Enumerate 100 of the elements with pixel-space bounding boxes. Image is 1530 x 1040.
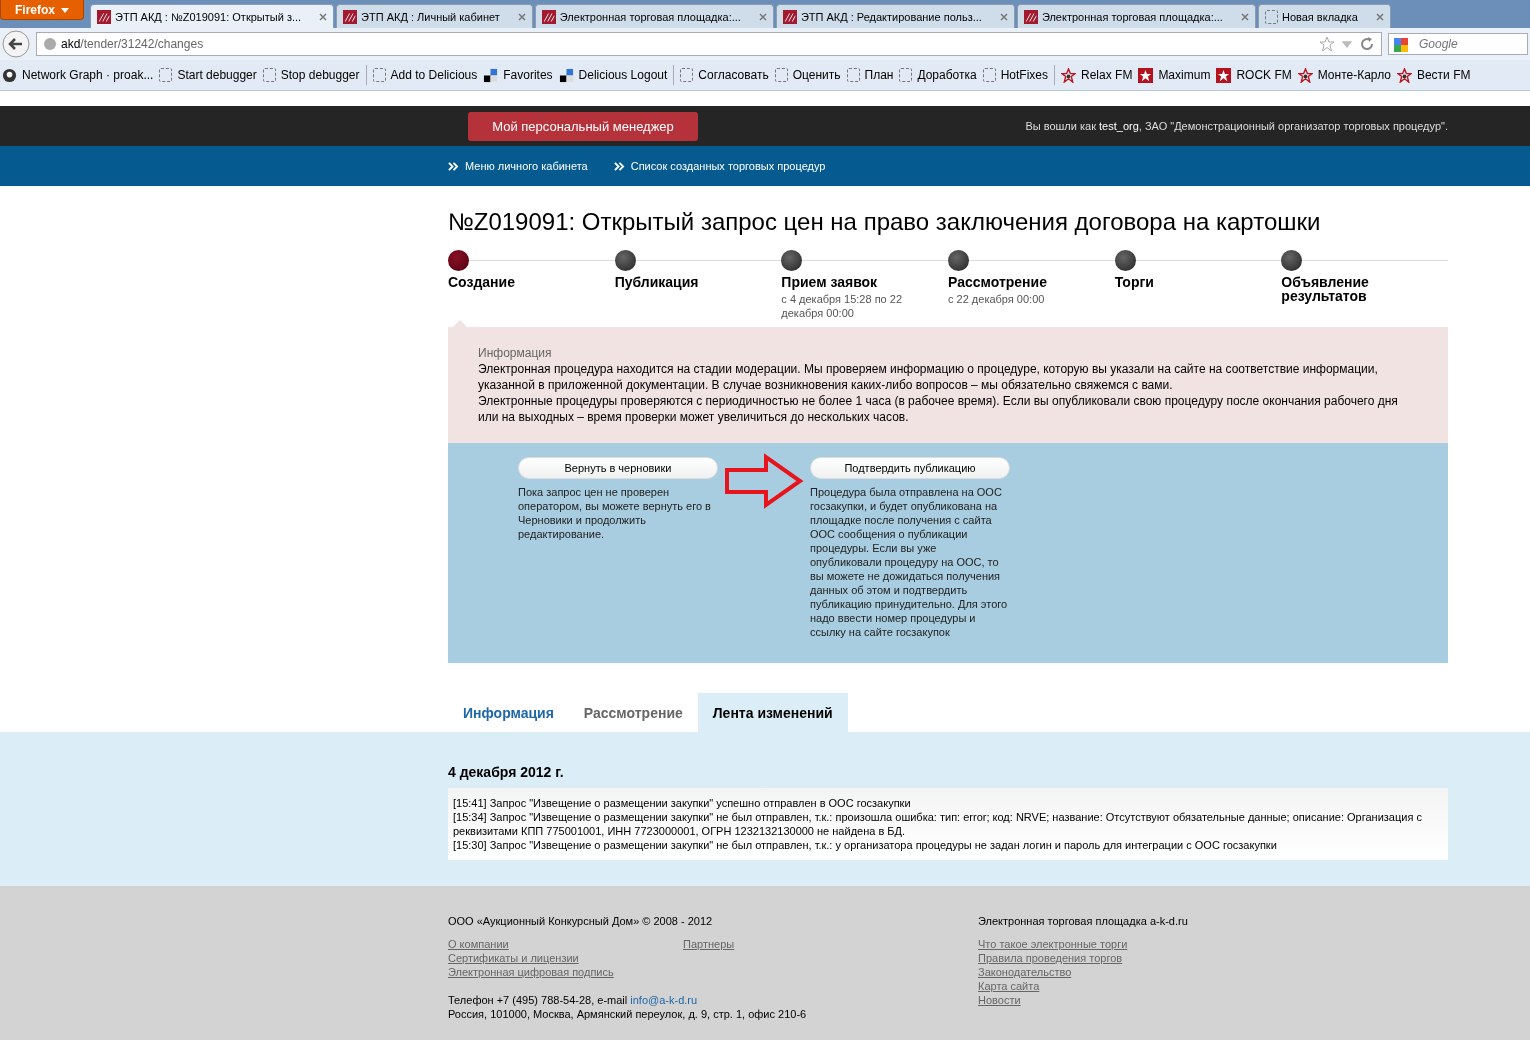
- breadcrumb-link[interactable]: Меню личного кабинета: [448, 160, 588, 172]
- site-logo-icon: [97, 9, 111, 24]
- footer-link[interactable]: О компании: [448, 937, 509, 951]
- bookmark-item[interactable]: Вести FM: [1396, 67, 1471, 83]
- footer-link[interactable]: Новости: [978, 993, 1021, 1007]
- footer-link[interactable]: Карта сайта: [978, 979, 1040, 993]
- search-field[interactable]: Google: [1388, 33, 1528, 55]
- info-text: Электронная процедура находится на стадии модерации. Мы проверяем информацию о процедуре, которую вы указали на сайте на соответствие информации, указанной в приложенной документации. В случае возникновения каких-либо вопросов – мы обязательно свяжемся с вами.: [478, 361, 1379, 393]
- breadcrumb-link[interactable]: Список созданных торговых процедур: [613, 160, 826, 172]
- blank-page-icon: [982, 68, 996, 82]
- footer-link[interactable]: Что такое электронные торги: [978, 937, 1128, 951]
- footer-link[interactable]: Сертификаты и лицензии: [448, 951, 579, 965]
- tab-title: ЭТП АКД : Личный кабинет: [361, 10, 500, 23]
- email-link[interactable]: info@a-k-d.ru: [630, 994, 698, 1006]
- log-entry: [15:41] Запрос "Извещение о размещении закупки" успешно отправлен в ООС госзакупки: [453, 796, 912, 810]
- footer-link[interactable]: Электронная цифровая подпись: [448, 965, 614, 979]
- footer-link[interactable]: Правила проведения торгов: [978, 951, 1123, 965]
- caret-icon: [61, 7, 69, 14]
- star-icon: [1297, 67, 1313, 83]
- step-date: с 22 декабря 00:00: [948, 292, 1046, 306]
- bookmark-item[interactable]: Stop debugger: [262, 68, 360, 82]
- footer-link[interactable]: Партнеры: [683, 937, 735, 951]
- action-button[interactable]: Вернуть в черновики: [518, 457, 718, 479]
- footer-link[interactable]: Законодательство: [978, 965, 1072, 979]
- bookmark-item[interactable]: HotFixes: [982, 68, 1049, 82]
- bookmark-item[interactable]: Start debugger: [159, 68, 257, 82]
- browser-tab[interactable]: Электронная торговая площадка:...: [1016, 4, 1256, 28]
- site-logo-icon: [1023, 9, 1038, 24]
- star-icon: [1061, 67, 1077, 83]
- action-description: Процедура была отправлена на ООС госзакупки, и будет опубликована на площадке после получения с сайта ООС сообщения о публикации процедуры. Если вы уже опубликовали процедуру на ООС, то вы можете не дожидаться получения данных об этом и подтвердить публикацию принудительно. Для этого надо ввести номер процедуры и ссылку на сайте госзакупок: [810, 485, 1009, 639]
- star-icon: [1216, 67, 1232, 83]
- login-info: Вы вошли как test_org, ЗАО "Демонстрационный организатор торговых процедур".: [1025, 120, 1448, 132]
- blank-page-icon: [372, 68, 386, 82]
- bookmark-item[interactable]: Relax FM: [1061, 67, 1133, 83]
- step-name: Рассмотрение: [948, 275, 1048, 289]
- bookmark-item[interactable]: ROCK FM: [1216, 67, 1292, 83]
- google-logo-icon: [1393, 37, 1409, 53]
- bookmark-item[interactable]: Favorites: [483, 67, 553, 83]
- globe-icon: [43, 37, 57, 51]
- log-entry: [15:30] Запрос "Извещение о размещении закупки" не был отправлен, т.к.: у организатора процедуры не задан логин и пароль для интеграции с ООС госзакупки: [453, 838, 1278, 852]
- bookmark-item[interactable]: Add to Delicious: [372, 68, 478, 82]
- blank-page-icon: [262, 68, 276, 82]
- close-icon[interactable]: [1375, 12, 1384, 21]
- site-name: Электронная торговая площадка a-k-d.ru: [978, 915, 1188, 927]
- reload-icon[interactable]: [1359, 36, 1375, 52]
- site-logo-icon: [343, 9, 358, 24]
- browser-tab[interactable]: Новая вкладка: [1257, 4, 1391, 28]
- blank-page-icon: [680, 68, 694, 82]
- action-button[interactable]: Подтвердить публикацию: [810, 457, 1010, 479]
- address-field[interactable]: akd/tender/31242/changes: [36, 32, 1382, 56]
- star-icon: [1138, 67, 1154, 83]
- browser-tab[interactable]: Электронная торговая площадка:...: [534, 4, 774, 28]
- personal-manager-button[interactable]: Мой персональный менеджер: [468, 111, 698, 141]
- bookmark-item[interactable]: Согласовать: [680, 68, 769, 82]
- browser-tab[interactable]: ЭТП АКД : Редактирование польз...: [775, 4, 1015, 28]
- info-text: Электронные процедуры проверяются с периодичностью не более 1 часа (в рабочее время). Если вы опубликовали свою процедуру после окончания рабочего дня или на выходных – время проверки может увеличиться до нескольких часов.: [478, 393, 1399, 425]
- double-chevron-icon: [448, 160, 459, 172]
- log-date: 4 декабря 2012 г.: [448, 764, 565, 780]
- log-entry: [15:34] Запрос "Извещение о размещении закупки" не был отправлен, т.к.: произошла ошибка: тип: error; код: NRVE; название: Отсутствуют обязательные данные; описание: Организация с реквизитами КПП 775001001, ИНН 7723000001, ОГРН 1232132130000 не найдена в БД.: [453, 810, 1423, 838]
- close-icon[interactable]: [319, 12, 328, 21]
- browser-tab[interactable]: ЭТП АКД : Личный кабинет: [336, 4, 533, 28]
- step-name: Объявление результатов: [1281, 275, 1370, 303]
- bookmark-item[interactable]: Монте-Карло: [1297, 67, 1391, 83]
- page-title: №Z019091: Открытый запрос цен на право заключения договора на картошки: [448, 208, 1322, 236]
- step-name: Прием заявок: [781, 275, 879, 289]
- step-name: Торги: [1114, 275, 1155, 289]
- blank-page-icon: [159, 68, 173, 82]
- close-icon[interactable]: [1240, 12, 1249, 21]
- bookmark-item[interactable]: План: [846, 68, 894, 82]
- bookmark-item[interactable]: Maximum: [1138, 67, 1211, 83]
- blank-page-icon: [899, 68, 913, 82]
- double-chevron-icon: [613, 160, 625, 172]
- star-icon: [1396, 67, 1412, 83]
- site-logo-icon: [782, 9, 797, 24]
- info-heading: Информация: [478, 345, 553, 361]
- star-icon[interactable]: [1319, 36, 1335, 52]
- bookmark-item[interactable]: Network Graph · proak...: [2, 67, 154, 83]
- bookmark-item[interactable]: Delicious Logout: [558, 67, 668, 83]
- bookmark-item[interactable]: Доработка: [899, 68, 977, 82]
- close-icon[interactable]: [517, 12, 526, 21]
- browser-tab[interactable]: ЭТП АКД : №Z019091: Открытый з...: [90, 4, 335, 28]
- step-name: Создание: [448, 275, 516, 289]
- tab-title: Электронная торговая площадка:...: [559, 10, 741, 23]
- squares-icon: [483, 67, 499, 83]
- arrow-icon: [724, 453, 804, 509]
- close-icon[interactable]: [999, 12, 1008, 21]
- company-copyright: ООО «Аукционный Конкурсный Дом» © 2008 - 2012: [448, 915, 714, 927]
- step-name: Публикация: [614, 275, 700, 289]
- site-logo-icon: [541, 9, 556, 24]
- tab-title: Электронная торговая площадка:...: [1041, 10, 1223, 23]
- bookmark-item[interactable]: Оценить: [774, 68, 841, 82]
- tab-title: Новая вкладка: [1281, 10, 1358, 23]
- contact-phone: Телефон +7 (495) 788-54-28, e-mail info@a-k-d.ru: [448, 993, 699, 1007]
- blank-page-icon: [774, 68, 788, 82]
- blank-page-icon: [846, 68, 860, 82]
- blank-page-icon: [1264, 9, 1278, 24]
- tab-title: ЭТП АКД : №Z019091: Открытый з...: [115, 10, 302, 23]
- page-tab[interactable]: Лента изменений: [697, 693, 848, 732]
- action-description: Пока запрос цен не проверен оператором, вы можете вернуть его в Черновики и продолжить редактирование.: [518, 485, 712, 541]
- close-icon[interactable]: [758, 12, 767, 21]
